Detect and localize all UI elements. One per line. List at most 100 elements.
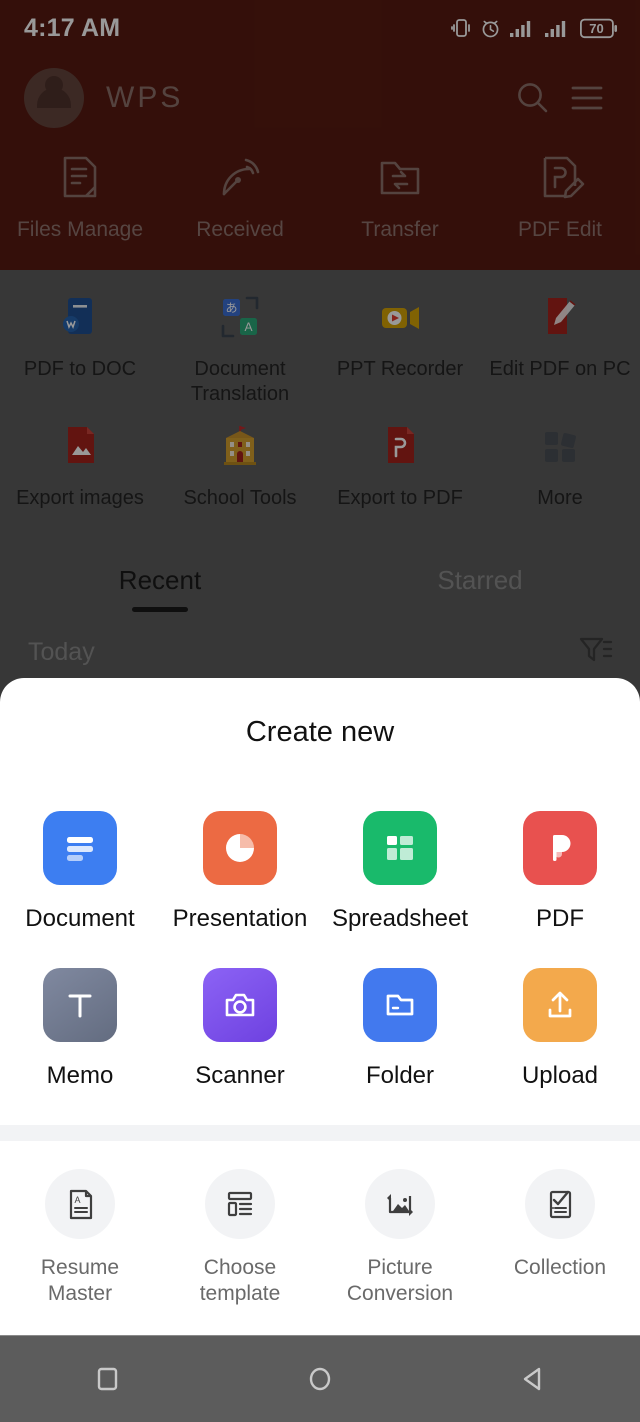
- tool-label: PPT Recorder: [336, 358, 464, 380]
- search-icon[interactable]: [506, 71, 560, 125]
- tool-label: Export to PDF: [337, 487, 463, 509]
- create-document[interactable]: Document: [0, 811, 160, 934]
- tool-label: School Tools: [183, 487, 297, 509]
- tools-row-1: PDF to DOC あ A Document Translation PPT …: [0, 292, 640, 407]
- checklist-icon: [525, 1168, 595, 1239]
- tab-recent[interactable]: Recent: [0, 540, 320, 620]
- tool-pdf-to-doc[interactable]: PDF to DOC: [0, 292, 160, 407]
- quick-action-received[interactable]: Received: [160, 150, 320, 242]
- tool-more[interactable]: More: [480, 421, 640, 511]
- tool-ppt-recorder[interactable]: PPT Recorder: [320, 292, 480, 407]
- svg-text:A: A: [74, 1195, 80, 1205]
- pdf-to-doc-icon: [54, 292, 106, 344]
- svg-text:あ: あ: [225, 301, 237, 315]
- more-grid-icon: [534, 421, 586, 473]
- status-bar: 4:17 AM 70: [0, 0, 640, 56]
- tools-grid: PDF to DOC あ A Document Translation PPT …: [0, 270, 640, 543]
- vibrate-icon: [451, 17, 471, 39]
- picture-convert-icon: [365, 1168, 435, 1239]
- tab-active-indicator: [132, 607, 188, 612]
- quick-action-label: PDF Edit: [517, 218, 603, 241]
- pdf-edit-icon: [533, 150, 587, 209]
- cell-label: Memo: [46, 1061, 114, 1089]
- cell-label: Scanner: [195, 1061, 285, 1089]
- tool-export-images[interactable]: Export images: [0, 421, 160, 511]
- circle-home-icon[interactable]: [213, 1362, 426, 1396]
- tool-label: More: [537, 487, 583, 509]
- create-scanner[interactable]: Scanner: [160, 967, 320, 1091]
- action-picture-conversion[interactable]: Picture Conversion: [320, 1168, 480, 1309]
- app-header: 4:17 AM 70 WPS Files Manage Received Tra…: [0, 0, 640, 270]
- quick-action-files-manage[interactable]: Files Manage: [0, 150, 160, 242]
- cell-label: Folder: [365, 1061, 435, 1089]
- spreadsheet-icon: [363, 811, 437, 885]
- cell-label: Presentation: [172, 905, 308, 932]
- square-recents-icon[interactable]: [0, 1362, 213, 1396]
- tool-label: Document Translation: [190, 358, 290, 405]
- cell-label: PDF: [536, 905, 584, 932]
- status-time: 4:17 AM: [24, 13, 121, 42]
- hamburger-menu-icon[interactable]: [560, 71, 614, 125]
- recent-starred-tabs: Recent Starred Today: [0, 540, 640, 671]
- translate-icon: あ A: [214, 292, 266, 344]
- cell-label: Upload: [521, 1061, 599, 1089]
- tab-starred[interactable]: Starred: [320, 540, 640, 620]
- battery-icon: 70: [580, 18, 618, 39]
- document-icon: [43, 811, 117, 885]
- tool-document-translation[interactable]: あ A Document Translation: [160, 292, 320, 407]
- cell-label: Document: [25, 905, 135, 932]
- scanner-icon: [203, 967, 277, 1042]
- status-icon-group: 70: [451, 17, 618, 39]
- create-new-sheet: Create new Document Presentation Spreads…: [0, 678, 640, 1335]
- video-camera-icon: [374, 292, 426, 344]
- primary-row-2: Memo Scanner Folder Upload: [0, 967, 640, 1091]
- app-bar: WPS: [0, 56, 640, 140]
- phone-screen: 4:17 AM 70 WPS Files Manage Received Tra…: [0, 0, 640, 1422]
- secondary-row: A Resume Master Choose template Picture …: [0, 1168, 640, 1309]
- satellite-dish-icon: [213, 150, 267, 209]
- folder-transfer-icon: [373, 150, 427, 209]
- template-layout-icon: [205, 1168, 275, 1239]
- action-label: Collection: [513, 1255, 607, 1279]
- create-folder[interactable]: Folder: [320, 967, 480, 1091]
- avatar[interactable]: [24, 68, 84, 128]
- action-choose-template[interactable]: Choose template: [160, 1168, 320, 1309]
- create-presentation[interactable]: Presentation: [160, 811, 320, 934]
- pdf-icon: [523, 811, 597, 885]
- quick-action-pdf-edit[interactable]: PDF Edit: [480, 150, 640, 242]
- quick-action-label: Transfer: [361, 218, 439, 241]
- tool-edit-pdf-on-pc[interactable]: Edit PDF on PC: [480, 292, 640, 407]
- create-pdf[interactable]: PDF: [480, 811, 640, 934]
- tab-label: Starred: [437, 564, 523, 595]
- tool-label: PDF to DOC: [23, 358, 137, 380]
- alarm-icon: [480, 17, 501, 39]
- triangle-back-icon[interactable]: [427, 1362, 640, 1396]
- create-new-primary-grid: Document Presentation Spreadsheet PDF Me…: [0, 749, 640, 1091]
- create-memo[interactable]: Memo: [0, 967, 160, 1091]
- create-upload[interactable]: Upload: [480, 967, 640, 1091]
- create-spreadsheet[interactable]: Spreadsheet: [320, 811, 480, 934]
- action-label: Picture Conversion: [346, 1255, 454, 1306]
- action-collection[interactable]: Collection: [480, 1168, 640, 1309]
- resume-document-icon: A: [45, 1168, 115, 1239]
- upload-icon: [523, 967, 597, 1042]
- tool-school-tools[interactable]: School Tools: [160, 421, 320, 511]
- android-nav-bar: [0, 1335, 640, 1422]
- sheet-divider: [0, 1124, 640, 1141]
- tool-label: Edit PDF on PC: [489, 358, 631, 380]
- quick-actions-row: Files Manage Received Transfer PDF Edit: [0, 140, 640, 242]
- quick-action-label: Files Manage: [16, 218, 144, 241]
- quick-action-transfer[interactable]: Transfer: [320, 150, 480, 242]
- export-images-icon: [54, 421, 106, 473]
- list-section-header: Today: [0, 620, 640, 671]
- signal-bars-icon: [510, 18, 536, 38]
- tool-label: Export images: [16, 487, 144, 509]
- sheet-title: Create new: [245, 716, 395, 748]
- create-new-secondary-grid: A Resume Master Choose template Picture …: [0, 1141, 640, 1309]
- action-resume-master[interactable]: A Resume Master: [0, 1168, 160, 1309]
- filter-icon[interactable]: [578, 634, 614, 671]
- battery-level: 70: [589, 20, 604, 36]
- memo-icon: [43, 967, 117, 1042]
- signal-bars-icon: [545, 18, 571, 38]
- tool-export-to-pdf[interactable]: Export to PDF: [320, 421, 480, 511]
